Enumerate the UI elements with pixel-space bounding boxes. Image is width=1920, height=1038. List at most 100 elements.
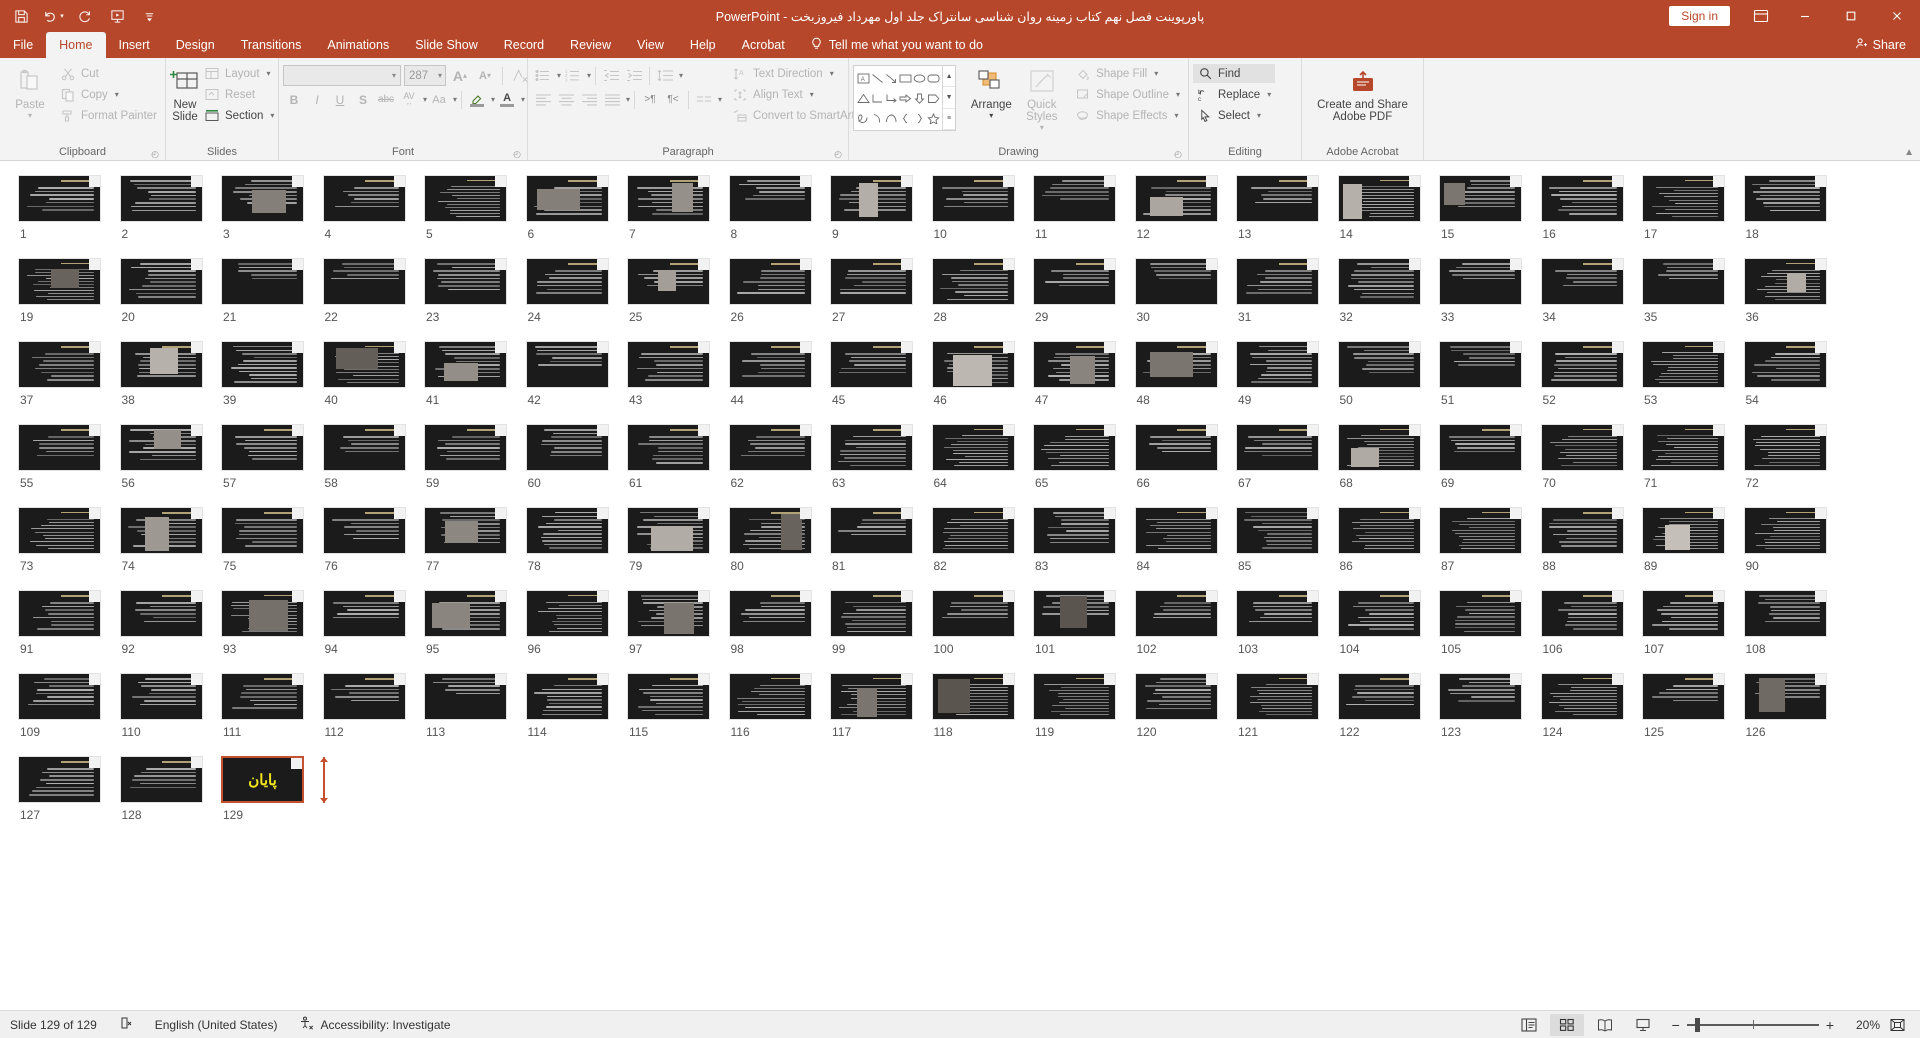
slide-thumbnail[interactable] bbox=[1743, 590, 1827, 637]
slide-thumbnail-cell[interactable]: 114 bbox=[525, 673, 628, 739]
slide-thumbnail-cell[interactable]: 107 bbox=[1642, 590, 1744, 656]
slide-thumbnail-cell[interactable]: 58 bbox=[322, 424, 425, 490]
slide-thumbnail-cell[interactable]: 14 bbox=[1337, 175, 1440, 241]
clipboard-dialog-launcher[interactable]: ◴ bbox=[151, 147, 159, 162]
slide-thumbnail[interactable] bbox=[1134, 673, 1218, 720]
slide-thumbnail[interactable] bbox=[1337, 258, 1421, 305]
slide-thumbnail[interactable] bbox=[221, 341, 304, 388]
slide-thumbnail-cell[interactable]: 71 bbox=[1642, 424, 1744, 490]
slide-thumbnail[interactable] bbox=[627, 424, 710, 471]
slide-thumbnail[interactable] bbox=[424, 341, 507, 388]
slide-thumbnail[interactable] bbox=[1337, 341, 1421, 388]
slide-thumbnail[interactable] bbox=[931, 673, 1015, 720]
triangle-shape-icon[interactable] bbox=[856, 88, 870, 108]
slide-thumbnail-cell[interactable]: 34 bbox=[1540, 258, 1643, 324]
slide-thumbnail[interactable] bbox=[627, 341, 710, 388]
slide-thumbnail[interactable] bbox=[18, 341, 101, 388]
slide-thumbnail[interactable] bbox=[322, 673, 406, 720]
text-shadow-button[interactable]: S bbox=[352, 89, 374, 110]
justify-button[interactable] bbox=[601, 89, 623, 110]
slide-thumbnail-cell[interactable]: 42 bbox=[525, 341, 628, 407]
slide-thumbnail[interactable] bbox=[728, 341, 812, 388]
slide-thumbnail-cell[interactable]: 87 bbox=[1439, 507, 1541, 573]
start-from-beginning-icon[interactable] bbox=[102, 3, 132, 29]
decrease-indent-button[interactable] bbox=[600, 65, 622, 86]
share-button[interactable]: Share bbox=[1855, 32, 1920, 58]
change-case-button[interactable]: Aa bbox=[428, 89, 450, 110]
arc-shape-icon[interactable] bbox=[884, 108, 898, 128]
slide-thumbnail-cell[interactable]: 60 bbox=[525, 424, 628, 490]
chevron-down-icon[interactable]: ▾ bbox=[587, 71, 591, 80]
slide-thumbnail-cell[interactable]: 49 bbox=[1236, 341, 1338, 407]
language-status[interactable]: English (United States) bbox=[155, 1018, 278, 1032]
slide-thumbnail-cell[interactable]: 41 bbox=[424, 341, 526, 407]
slide-thumbnail[interactable] bbox=[830, 590, 913, 637]
chevron-down-icon[interactable]: ▾ bbox=[557, 71, 561, 80]
slide-thumbnail[interactable] bbox=[18, 673, 101, 720]
slide-thumbnail-cell[interactable]: 86 bbox=[1337, 507, 1440, 573]
slide-thumbnail[interactable] bbox=[525, 424, 609, 471]
slide-thumbnail-cell[interactable]: 23 bbox=[424, 258, 526, 324]
slide-thumbnail-cell[interactable]: 83 bbox=[1033, 507, 1135, 573]
slide-thumbnail[interactable] bbox=[1439, 673, 1522, 720]
slide-thumbnail[interactable] bbox=[525, 175, 609, 222]
slide-thumbnail-cell[interactable]: 113 bbox=[424, 673, 526, 739]
section-button[interactable]: Section ▾ bbox=[200, 106, 278, 125]
slide-thumbnail-cell[interactable]: 62 bbox=[728, 424, 831, 490]
slide-thumbnail-cell[interactable]: 18 bbox=[1743, 175, 1846, 241]
slide-thumbnail-cell[interactable]: 117 bbox=[830, 673, 932, 739]
slide-thumbnail[interactable] bbox=[119, 258, 203, 305]
slide-thumbnail-cell[interactable]: 50 bbox=[1337, 341, 1440, 407]
text-highlight-color-button[interactable] bbox=[466, 89, 488, 110]
slide-thumbnail[interactable] bbox=[1540, 590, 1624, 637]
slide-thumbnail[interactable] bbox=[1642, 590, 1725, 637]
slide-thumbnail-cell[interactable]: 29 bbox=[1033, 258, 1135, 324]
slide-thumbnail-cell[interactable]: 40 bbox=[322, 341, 425, 407]
zoom-slider[interactable]: − + bbox=[1672, 1017, 1834, 1033]
bullets-button[interactable] bbox=[532, 65, 554, 86]
zoom-in-button[interactable]: + bbox=[1826, 1017, 1834, 1033]
slide-thumbnail[interactable] bbox=[1439, 341, 1522, 388]
star-shape-icon[interactable] bbox=[926, 108, 940, 128]
slide-thumbnail-cell[interactable]: 21 bbox=[221, 258, 323, 324]
slide-thumbnail-cell[interactable]: 53 bbox=[1642, 341, 1744, 407]
slide-thumbnail[interactable] bbox=[1236, 258, 1319, 305]
zoom-track[interactable] bbox=[1686, 1017, 1819, 1032]
slide-thumbnail-cell[interactable]: 16 bbox=[1540, 175, 1643, 241]
align-left-button[interactable] bbox=[532, 89, 554, 110]
slide-thumbnail[interactable] bbox=[1033, 673, 1116, 720]
slide-thumbnail-cell[interactable]: 103 bbox=[1236, 590, 1338, 656]
slide-thumbnail[interactable] bbox=[931, 590, 1015, 637]
slide-thumbnail[interactable] bbox=[221, 175, 304, 222]
chevron-down-icon[interactable]: ▾ bbox=[491, 95, 495, 104]
tab-help[interactable]: Help bbox=[677, 32, 729, 58]
slide-thumbnail[interactable] bbox=[424, 507, 507, 554]
slide-thumbnail-cell[interactable]: 51 bbox=[1439, 341, 1541, 407]
slide-thumbnail[interactable] bbox=[1642, 258, 1725, 305]
slide-thumbnail[interactable] bbox=[830, 673, 913, 720]
slide-thumbnail-cell[interactable]: 102 bbox=[1134, 590, 1237, 656]
tab-home[interactable]: Home bbox=[46, 32, 106, 58]
slide-thumbnail-cell[interactable]: 17 bbox=[1642, 175, 1744, 241]
slide-thumbnail[interactable] bbox=[119, 424, 203, 471]
elbow-arrow-connector-icon[interactable] bbox=[884, 88, 898, 108]
chevron-down-icon[interactable]: ▾ bbox=[423, 95, 427, 104]
slide-thumbnail[interactable] bbox=[1743, 341, 1827, 388]
slide-thumbnail[interactable] bbox=[1743, 507, 1827, 554]
slide-thumbnail[interactable] bbox=[728, 424, 812, 471]
tell-me-box[interactable]: Tell me what you want to do bbox=[798, 32, 995, 58]
slide-show-button[interactable] bbox=[1626, 1014, 1660, 1036]
tab-animations[interactable]: Animations bbox=[314, 32, 402, 58]
slide-thumbnail-cell[interactable]: 7 bbox=[627, 175, 729, 241]
slide-thumbnail-cell[interactable]: 4 bbox=[322, 175, 425, 241]
slide-thumbnail-cell[interactable]: 37 bbox=[18, 341, 120, 407]
tab-record[interactable]: Record bbox=[491, 32, 557, 58]
slide-thumbnail-cell[interactable]: 2 bbox=[119, 175, 222, 241]
slide-thumbnail[interactable] bbox=[322, 424, 406, 471]
select-button[interactable]: Select ▾ bbox=[1193, 106, 1275, 125]
slide-thumbnail[interactable] bbox=[221, 590, 304, 637]
tab-view[interactable]: View bbox=[624, 32, 677, 58]
save-icon[interactable] bbox=[6, 3, 36, 29]
slide-thumbnail[interactable] bbox=[1642, 507, 1725, 554]
slide-thumbnail[interactable] bbox=[1743, 175, 1827, 222]
